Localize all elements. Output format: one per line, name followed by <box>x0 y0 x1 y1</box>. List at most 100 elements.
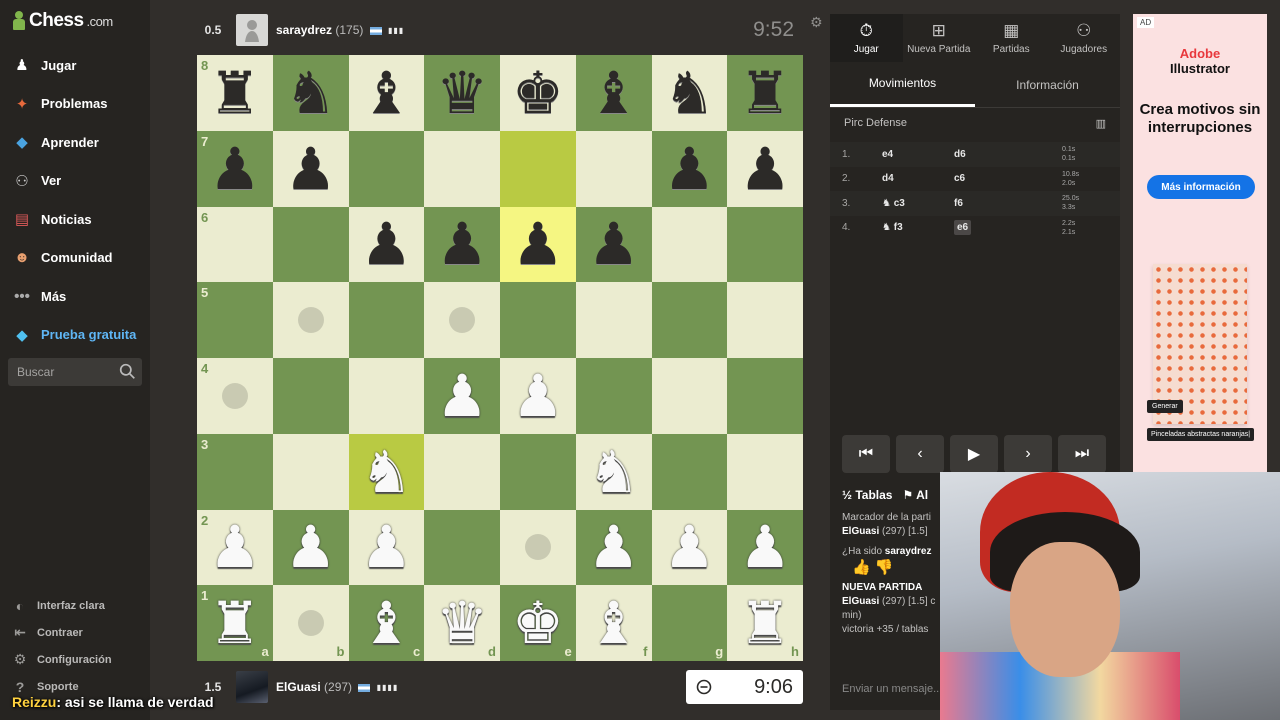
square-h8[interactable]: ♜ <box>727 55 803 131</box>
black-pawn-piece[interactable]: ♟ <box>436 215 488 273</box>
square-e2[interactable] <box>500 509 576 586</box>
nav-item-prueba-gratuita[interactable]: ◆ Prueba gratuita <box>0 316 150 355</box>
white-pawn-piece[interactable]: ♟ <box>285 518 337 576</box>
tab-jugar[interactable]: ⏱ Jugar <box>830 14 903 62</box>
black-bishop-piece[interactable]: ♝ <box>588 64 640 122</box>
black-pawn-piece[interactable]: ♟ <box>512 215 564 273</box>
square-a4[interactable]: 4 <box>197 358 273 434</box>
square-f1[interactable]: f ♝ <box>575 585 652 661</box>
square-b8[interactable]: ♞ <box>272 55 349 131</box>
black-king-piece[interactable]: ♚ <box>512 64 564 122</box>
square-d7[interactable] <box>424 130 500 207</box>
nav-item-mas[interactable]: ••• Más <box>0 277 150 316</box>
bottom-player-name[interactable]: ElGuasi <box>276 680 321 694</box>
square-a8[interactable]: 8 ♜ <box>197 55 273 131</box>
square-f3[interactable]: ♞ <box>575 433 652 510</box>
top-player-avatar[interactable] <box>236 14 268 46</box>
legal-move-dot[interactable] <box>449 307 476 334</box>
legal-move-dot[interactable] <box>221 382 248 409</box>
nav-item-aprender[interactable]: ◆ Aprender <box>0 123 150 162</box>
legal-move-dot[interactable] <box>524 534 551 561</box>
white-knight-piece[interactable]: ♞ <box>588 443 640 501</box>
black-move[interactable]: d6 <box>954 149 1062 160</box>
square-c3[interactable]: ♞ <box>348 433 425 510</box>
resign-button[interactable]: ⚑ Al <box>902 488 928 502</box>
square-e8[interactable]: ♚ <box>500 55 576 131</box>
last-move-button[interactable]: ⏭ <box>1058 435 1106 473</box>
square-h4[interactable] <box>727 358 803 434</box>
chess-board[interactable]: 8 ♜ ♞ ♝ ♛ ♚ ♝ ♞ ♜ 7 ♟ ♟ ♟ ♟ 6 ♟ ♟ ♟ ♟ 5 4 ♟ ♟ 3 ♞ ♞ 2 ♟ ♟ ♟ ♟ ♟ ♟ 1 a ♜ b c ♝ d… <box>197 55 803 661</box>
square-a5[interactable]: 5 <box>197 282 273 358</box>
square-d5[interactable] <box>424 282 500 358</box>
white-pawn-piece[interactable]: ♟ <box>588 518 640 576</box>
square-b6[interactable] <box>272 206 349 283</box>
square-e4[interactable]: ♟ <box>500 358 576 434</box>
square-h3[interactable] <box>727 433 803 510</box>
square-f8[interactable]: ♝ <box>575 55 652 131</box>
tab-partidas[interactable]: ▦ Partidas <box>975 14 1048 62</box>
black-move[interactable]: e6 <box>954 220 1062 236</box>
square-g4[interactable] <box>651 358 728 434</box>
square-d1[interactable]: d ♛ <box>424 585 500 661</box>
nav-item-comunidad[interactable]: ☻ Comunidad <box>0 239 150 278</box>
square-h5[interactable] <box>727 282 803 358</box>
book-icon[interactable]: ▥ <box>1096 117 1106 130</box>
square-e6[interactable]: ♟ <box>500 206 576 283</box>
top-player-name[interactable]: saraydrez <box>276 23 332 37</box>
white-pawn-piece[interactable]: ♟ <box>663 518 715 576</box>
black-pawn-piece[interactable]: ♟ <box>285 140 337 198</box>
square-d2[interactable] <box>424 509 500 586</box>
white-bishop-piece[interactable]: ♝ <box>588 594 640 652</box>
square-f2[interactable]: ♟ <box>575 509 652 586</box>
white-king-piece[interactable]: ♚ <box>512 594 564 652</box>
square-d3[interactable] <box>424 433 500 510</box>
square-g7[interactable]: ♟ <box>651 130 728 207</box>
white-rook-piece[interactable]: ♜ <box>739 594 791 652</box>
legal-move-dot[interactable] <box>297 307 324 334</box>
tab-nueva-partida[interactable]: ⊞ Nueva Partida <box>903 14 976 62</box>
first-move-button[interactable]: ⏮ <box>842 435 890 473</box>
square-b1[interactable]: b <box>272 585 349 661</box>
search-input[interactable]: Buscar <box>8 358 142 386</box>
square-a3[interactable]: 3 <box>197 433 273 510</box>
next-move-button[interactable]: › <box>1004 435 1052 473</box>
black-pawn-piece[interactable]: ♟ <box>588 215 640 273</box>
square-e1[interactable]: e ♚ <box>500 585 576 661</box>
square-c6[interactable]: ♟ <box>348 206 425 283</box>
square-g8[interactable]: ♞ <box>651 55 728 131</box>
square-h7[interactable]: ♟ <box>727 130 803 207</box>
square-c7[interactable] <box>348 130 425 207</box>
square-c5[interactable] <box>348 282 425 358</box>
square-a7[interactable]: 7 ♟ <box>197 130 273 207</box>
square-g6[interactable] <box>651 206 728 283</box>
nav-item-ver[interactable]: ⚇ Ver <box>0 162 150 201</box>
square-b2[interactable]: ♟ <box>272 509 349 586</box>
square-g5[interactable] <box>651 282 728 358</box>
ad-cta-button[interactable]: Más información <box>1147 175 1255 199</box>
white-pawn-piece[interactable]: ♟ <box>739 518 791 576</box>
thumbs-up-icon[interactable]: 👍 <box>852 559 871 576</box>
square-f5[interactable] <box>575 282 652 358</box>
black-pawn-piece[interactable]: ♟ <box>739 140 791 198</box>
search-icon[interactable] <box>119 363 136 380</box>
white-bishop-piece[interactable]: ♝ <box>360 594 412 652</box>
square-c2[interactable]: ♟ <box>348 509 425 586</box>
white-queen-piece[interactable]: ♛ <box>436 594 488 652</box>
square-h1[interactable]: h ♜ <box>727 585 803 661</box>
square-d8[interactable]: ♛ <box>424 55 500 131</box>
white-knight-piece[interactable]: ♞ <box>360 443 412 501</box>
nav-item-jugar[interactable]: ♟ Jugar <box>0 46 150 85</box>
square-b5[interactable] <box>272 282 349 358</box>
collapse-button[interactable]: ⇤ Contraer <box>0 619 150 646</box>
square-g3[interactable] <box>651 433 728 510</box>
thumbs-down-icon[interactable]: 👎 <box>875 559 894 576</box>
black-rook-piece[interactable]: ♜ <box>739 64 791 122</box>
square-e5[interactable] <box>500 282 576 358</box>
black-move[interactable]: f6 <box>954 198 1062 209</box>
prev-move-button[interactable]: ‹ <box>896 435 944 473</box>
black-knight-piece[interactable]: ♞ <box>663 64 715 122</box>
play-button[interactable]: ▶ <box>950 435 998 473</box>
square-h2[interactable]: ♟ <box>727 509 803 586</box>
square-e7[interactable] <box>500 130 576 207</box>
nav-item-noticias[interactable]: ▤ Noticias <box>0 200 150 239</box>
